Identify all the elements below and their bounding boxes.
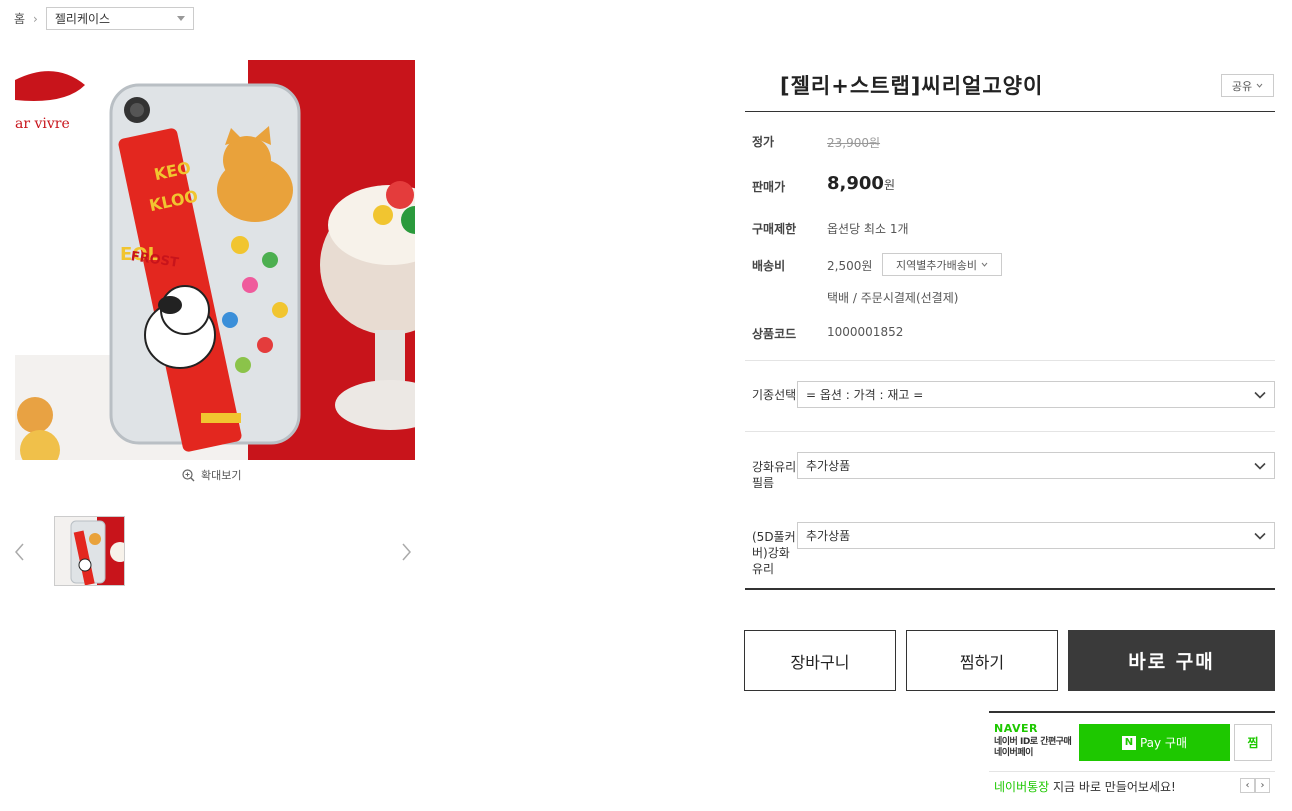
naverpay-promo-nav: ‹ › bbox=[1240, 778, 1270, 793]
info-divider bbox=[745, 360, 1275, 361]
product-title: [젤리+스트랩]씨리얼고양이 bbox=[780, 74, 1044, 98]
promo-prev-button[interactable]: ‹ bbox=[1240, 778, 1255, 793]
share-button[interactable]: 공유 bbox=[1221, 74, 1274, 97]
chevron-down-icon bbox=[981, 262, 988, 267]
regional-shipping-button[interactable]: 지역별추가배송비 bbox=[882, 253, 1002, 276]
option-select-glass-film-value: 추가상품 bbox=[806, 459, 851, 473]
naverpay-divider bbox=[989, 711, 1275, 713]
shipping-label: 배송비 bbox=[752, 259, 786, 273]
naverpay-separator bbox=[989, 771, 1275, 772]
svg-text:ar vivre: ar vivre bbox=[15, 116, 70, 132]
category-select-value: 젤리케이스 bbox=[54, 12, 111, 26]
purchase-limit-label: 구매제한 bbox=[752, 222, 797, 236]
list-price-label: 정가 bbox=[752, 135, 775, 149]
chevron-right-icon bbox=[402, 543, 411, 561]
add-to-cart-button[interactable]: 장바구니 bbox=[744, 630, 896, 691]
naverpay-desc-line2: 네이버페이 bbox=[994, 748, 1033, 758]
option-select-5d-glass[interactable]: 추가상품 bbox=[797, 522, 1275, 549]
product-code-value: 1000001852 bbox=[827, 325, 904, 339]
caret-down-icon bbox=[176, 16, 185, 21]
title-divider bbox=[745, 111, 1275, 112]
promo-next-button[interactable]: › bbox=[1255, 778, 1270, 793]
option-divider bbox=[745, 431, 1275, 432]
shipping-method: 택배 / 주문시결제(선결제) bbox=[827, 291, 959, 305]
breadcrumb-separator-icon: › bbox=[33, 11, 38, 26]
product-photo-illustration: ar vivre KEO KLOO EOL FROST bbox=[15, 60, 415, 460]
naverpay-promo[interactable]: 네이버통장 지금 바로 만들어보세요! bbox=[994, 778, 1176, 795]
naverpay-buy-label: Pay 구매 bbox=[1139, 736, 1188, 750]
option-select-glass-film[interactable]: 추가상품 bbox=[797, 452, 1275, 479]
naverpay-wish-button[interactable]: 찜 bbox=[1234, 724, 1272, 761]
chevron-left-icon bbox=[15, 543, 24, 561]
wishlist-button[interactable]: 찜하기 bbox=[906, 630, 1058, 691]
naverpay-promo-text: 지금 바로 만들어보세요! bbox=[1049, 780, 1176, 794]
naverpay-promo-highlight: 네이버통장 bbox=[994, 780, 1050, 794]
purchase-limit-value: 옵션당 최소 1개 bbox=[827, 222, 909, 236]
option-label-5d-glass: (5D풀커버)강화유리 bbox=[752, 530, 796, 576]
naver-n-icon: N bbox=[1121, 735, 1136, 750]
breadcrumb: 홈 › 젤리케이스 bbox=[14, 7, 194, 30]
zoom-button[interactable]: 확대보기 bbox=[182, 467, 241, 483]
category-select[interactable]: 젤리케이스 bbox=[45, 7, 194, 30]
naverpay-description: 네이버 ID로 간편구매 네이버페이 bbox=[994, 737, 1072, 759]
thumbnail-prev-button[interactable] bbox=[12, 541, 26, 563]
product-main-image[interactable]: ar vivre KEO KLOO EOL FROST bbox=[15, 60, 415, 460]
naverpay-buy-button[interactable]: N Pay 구매 bbox=[1079, 724, 1230, 761]
zoom-label: 확대보기 bbox=[201, 469, 242, 482]
zoom-in-icon bbox=[182, 468, 195, 481]
regional-shipping-label: 지역별추가배송비 bbox=[896, 258, 977, 272]
breadcrumb-home[interactable]: 홈 bbox=[14, 10, 25, 27]
option-select-model[interactable]: = 옵션 : 가격 : 재고 = bbox=[797, 381, 1275, 408]
thumbnail-next-button[interactable] bbox=[400, 541, 414, 563]
options-bottom-divider bbox=[745, 588, 1275, 590]
naver-logo: NAVER bbox=[994, 722, 1038, 735]
sale-price-label: 판매가 bbox=[752, 180, 786, 194]
chevron-down-icon bbox=[1254, 462, 1266, 470]
chevron-down-icon bbox=[1254, 391, 1266, 399]
shipping-fee: 2,500원 bbox=[827, 259, 873, 273]
share-label: 공유 bbox=[1231, 79, 1253, 93]
thumbnail-illustration bbox=[55, 517, 124, 585]
chevron-down-icon bbox=[1256, 83, 1263, 88]
option-label-model: 기종선택 bbox=[752, 388, 797, 402]
product-code-label: 상품코드 bbox=[752, 327, 797, 341]
thumbnail-image[interactable] bbox=[54, 516, 125, 586]
option-select-5d-glass-value: 추가상품 bbox=[806, 529, 851, 543]
option-select-model-value: = 옵션 : 가격 : 재고 = bbox=[806, 388, 924, 402]
sale-price-number: 8,900 bbox=[827, 173, 884, 194]
naverpay-desc-line1: 네이버 ID로 간편구매 bbox=[994, 737, 1072, 747]
chevron-down-icon bbox=[1254, 532, 1266, 540]
sale-price: 8,900원 bbox=[827, 173, 895, 194]
list-price-value: 23,900원 bbox=[827, 136, 881, 150]
sale-price-unit: 원 bbox=[883, 178, 895, 192]
option-label-glass-film: 강화유리필름 bbox=[752, 460, 797, 490]
buy-now-button[interactable]: 바로 구매 bbox=[1068, 630, 1275, 691]
